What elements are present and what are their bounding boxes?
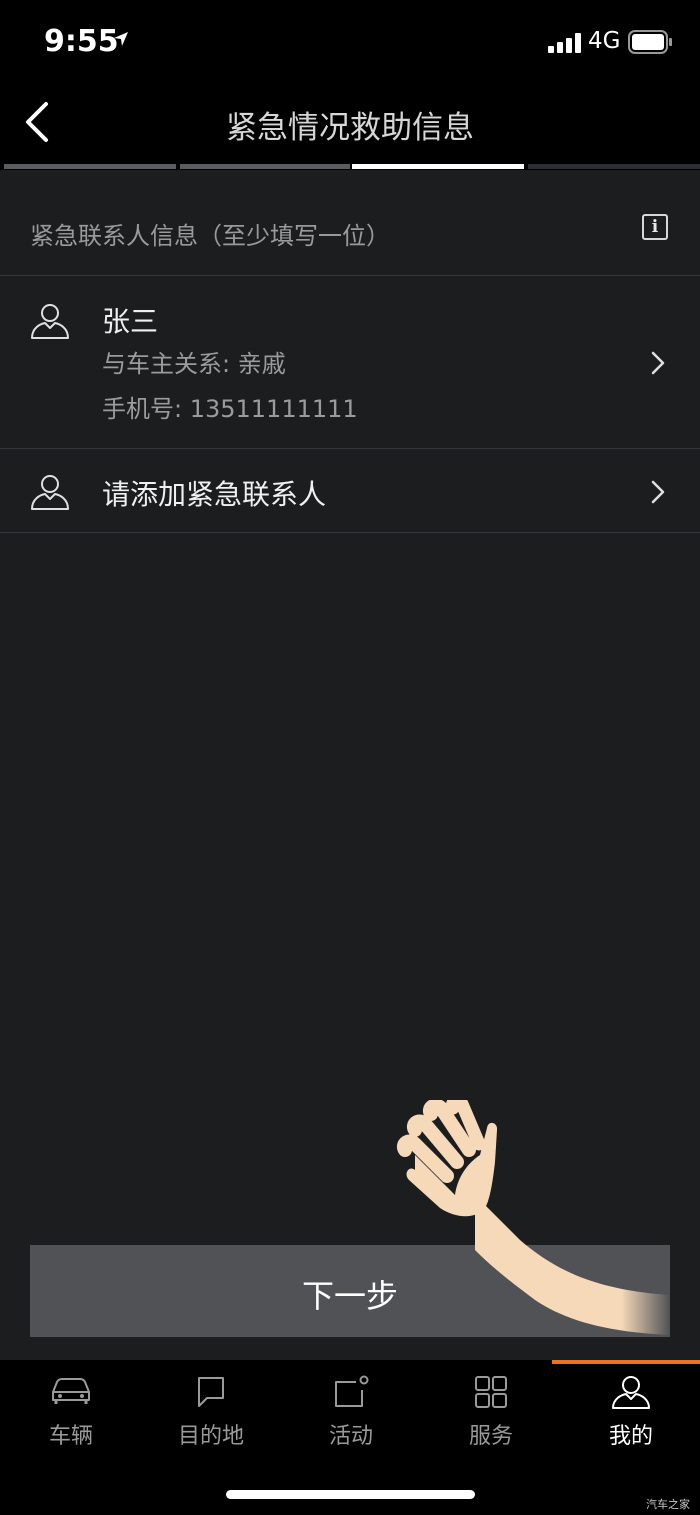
tab-label: 目的地 [177, 1424, 244, 1449]
section-title: 紧急联系人信息（至少填写一位） [30, 222, 390, 250]
person-icon [31, 304, 69, 339]
network-type: 4G [588, 28, 621, 54]
tab-activity[interactable]: 活动 [281, 1360, 421, 1460]
info-icon[interactable]: i [642, 214, 668, 240]
signal-icon [548, 33, 581, 53]
person-icon [31, 475, 69, 510]
step-progress [0, 164, 700, 170]
section-header: 紧急联系人信息（至少填写一位） i [0, 194, 700, 274]
tab-label: 我的 [608, 1424, 653, 1449]
person-icon [612, 1376, 650, 1409]
page-title: 紧急情况救助信息 [226, 110, 474, 146]
home-indicator[interactable] [226, 1490, 475, 1499]
progress-segment-1 [4, 164, 176, 169]
grid-icon [475, 1376, 507, 1408]
add-contact-label: 请添加紧急联系人 [102, 478, 327, 511]
battery-icon [628, 30, 672, 54]
activity-icon [335, 1375, 369, 1407]
tab-vehicle[interactable]: 车辆 [1, 1360, 141, 1460]
waving-hand-icon [397, 1100, 670, 1335]
nav-bar: 紧急情况救助信息 [0, 90, 700, 164]
tab-destination[interactable]: 目的地 [141, 1360, 281, 1460]
tab-bar: 车辆 目的地 活动 服务 我的 [0, 1360, 700, 1515]
tab-label: 车辆 [48, 1424, 93, 1449]
car-icon [52, 1378, 90, 1404]
progress-segment-4 [528, 164, 700, 169]
tab-label: 活动 [328, 1424, 373, 1449]
contact-name: 张三 [102, 305, 159, 338]
tab-services[interactable]: 服务 [421, 1360, 561, 1460]
watermark: 汽车之家 [646, 1498, 690, 1511]
status-time: 9:55 [44, 24, 119, 59]
status-bar: 9:55 4G [0, 0, 700, 90]
chevron-right-icon [651, 351, 665, 375]
divider [0, 532, 700, 533]
progress-segment-2 [180, 164, 350, 169]
tab-label: 服务 [468, 1424, 513, 1449]
chat-bubble-icon [198, 1377, 224, 1407]
contact-item[interactable]: 张三 与车主关系: 亲戚 手机号: 13511111111 [0, 276, 700, 448]
contact-relation: 与车主关系: 亲戚 [102, 350, 286, 378]
contact-phone: 手机号: 13511111111 [102, 395, 358, 423]
back-button[interactable] [20, 100, 64, 144]
chevron-right-icon [651, 480, 665, 504]
add-contact-item[interactable]: 请添加紧急联系人 [0, 449, 700, 532]
location-arrow-icon [114, 32, 128, 46]
tab-mine[interactable]: 我的 [561, 1360, 700, 1460]
progress-segment-3 [352, 164, 524, 169]
